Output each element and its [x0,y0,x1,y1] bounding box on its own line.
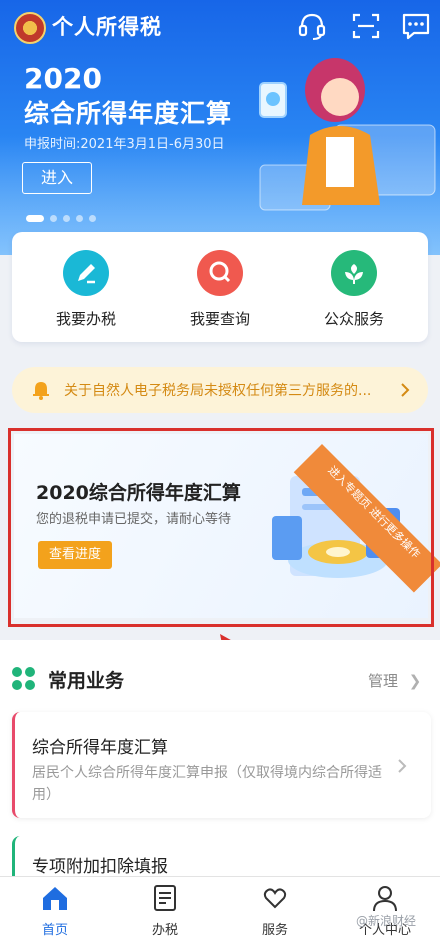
banner-headline: 综合所得年度汇算 [24,99,233,128]
quick-service-label: 我要查询 [189,310,250,328]
watermark: @新浪财经 [356,914,417,928]
apps-grid-icon [12,667,36,691]
highlight-frame [8,428,434,627]
carousel-dot[interactable] [89,215,96,222]
business-item-title: 专项附加扣除填报 [32,857,168,877]
edit-icon [63,250,109,296]
quick-service-file-tax[interactable]: 我要办税 [26,250,146,329]
business-item-title: 综合所得年度汇算 [32,738,168,758]
quick-service-query[interactable]: 我要查询 [160,250,280,329]
banner-year: 2020 [24,62,102,95]
notice-text: 关于自然人电子税务局未授权任何第三方服务的... [64,383,372,399]
heart-hands-icon [263,888,287,909]
document-icon [154,885,176,911]
chevron-right-icon [398,759,407,773]
quick-service-label: 公众服务 [323,310,384,328]
tax-emblem-logo [14,12,46,44]
manage-label: 管理 [368,672,399,690]
tab-tax[interactable]: 办税 [110,877,220,941]
user-icon [373,886,397,912]
carousel-dot[interactable] [50,215,57,222]
enter-button[interactable]: 进入 [22,162,92,194]
tab-home[interactable]: 首页 [0,877,110,941]
business-item-desc: 居民个人综合所得年度汇算申报（仅取得境内综合所得适用） [32,765,382,803]
message-icon[interactable] [400,10,432,42]
carousel-dots[interactable] [26,207,102,226]
tab-label: 首页 [41,923,68,938]
quick-services-card: 我要办税 我要查询 公众服务 [12,232,428,342]
search-icon [197,250,243,296]
top-banner[interactable]: 个人所得税 2020 综合所得年度汇算 申报时间:2021年3月1日-6月30日… [0,0,440,255]
tab-label: 服务 [261,923,288,938]
carousel-dot[interactable] [26,215,44,222]
carousel-dot[interactable] [63,215,70,222]
section-title: 常用业务 [48,670,125,692]
tab-profile[interactable]: 个人中心 [330,877,440,941]
app-title: 个人所得税 [52,15,162,39]
bell-icon [33,382,49,400]
quick-service-public[interactable]: 公众服务 [294,250,414,329]
banner-illustration [259,58,436,211]
carousel-dot[interactable] [76,215,83,222]
chevron-right-icon: ❯ [408,672,422,690]
tab-label: 办税 [151,923,178,938]
manage-link[interactable]: 管理 ❯ [368,670,421,691]
headset-icon[interactable] [296,10,328,42]
tab-service[interactable]: 服务 [220,877,330,941]
notice-bar[interactable]: 关于自然人电子税务局未授权任何第三方服务的... [12,367,428,413]
bottom-tab-bar: 首页 办税 服务 个人中心 [0,876,440,941]
scan-icon[interactable] [350,10,382,42]
quick-service-label: 我要办税 [55,310,116,328]
home-icon [43,887,67,910]
flower-icon [331,250,377,296]
chevron-right-icon [401,383,410,397]
filing-period: 申报时间:2021年3月1日-6月30日 [24,137,225,152]
